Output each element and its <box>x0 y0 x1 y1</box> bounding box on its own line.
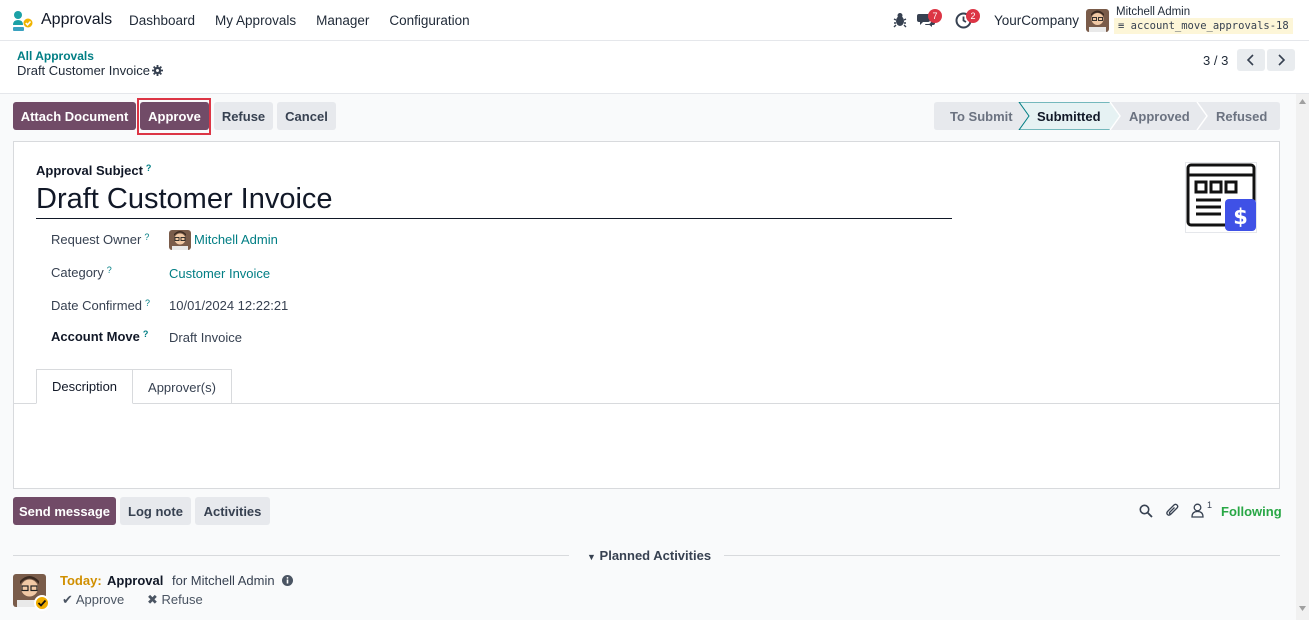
account-move-label: Account Move? <box>51 329 149 344</box>
pager-value[interactable]: 3 / 3 <box>1203 53 1228 68</box>
database-name: ≡ account_move_approvals-18 <box>1114 18 1293 34</box>
pager-next-button[interactable] <box>1267 49 1295 71</box>
paperclip-icon[interactable] <box>1165 503 1180 518</box>
cancel-button[interactable]: Cancel <box>277 102 336 130</box>
gear-icon[interactable] <box>152 65 163 76</box>
menu-configuration[interactable]: Configuration <box>389 13 469 28</box>
followers-icon[interactable] <box>1191 503 1204 518</box>
refuse-button[interactable]: Refuse <box>214 102 273 130</box>
stage-approved[interactable]: Approved <box>1129 109 1190 124</box>
following-button[interactable]: Following <box>1221 504 1282 519</box>
log-note-button[interactable]: Log note <box>120 497 191 525</box>
info-icon[interactable] <box>282 575 293 586</box>
help-tooltip[interactable]: ? <box>145 298 150 308</box>
activities-button[interactable]: Activities <box>195 497 270 525</box>
database-label: account_move_approvals-18 <box>1130 20 1289 32</box>
menu-manager[interactable]: Manager <box>316 13 369 28</box>
help-tooltip[interactable]: ? <box>146 163 152 173</box>
category-value[interactable]: Customer Invoice <box>169 266 270 281</box>
stage-submitted[interactable]: Submitted <box>1037 109 1101 124</box>
breadcrumb-all-approvals[interactable]: All Approvals <box>17 49 94 63</box>
help-tooltip[interactable]: ? <box>144 232 149 242</box>
activity-due-label: Today: <box>60 573 102 588</box>
request-owner-value[interactable]: Mitchell Admin <box>194 232 278 247</box>
svg-text:$: $ <box>1233 205 1248 229</box>
top-navbar: Approvals Dashboard My Approvals Manager… <box>0 0 1309 41</box>
activity-type: Approval <box>107 573 164 588</box>
invoice-image[interactable]: $ <box>1185 162 1257 233</box>
chevron-right-icon <box>1278 54 1286 66</box>
company-switcher[interactable]: YourCompany <box>994 13 1079 28</box>
page-scrollbar[interactable] <box>1296 94 1309 620</box>
tab-description[interactable]: Description <box>36 369 134 404</box>
activity-assignee: for Mitchell Admin <box>172 573 275 588</box>
planned-separator-right <box>724 555 1280 556</box>
planned-separator-left <box>13 555 569 556</box>
approval-subject-input[interactable]: Draft Customer Invoice <box>36 181 952 219</box>
check-icon: ✔ <box>62 592 73 607</box>
search-icon[interactable] <box>1139 504 1153 518</box>
database-icon: ≡ <box>1118 20 1125 32</box>
menu-dashboard[interactable]: Dashboard <box>129 13 195 28</box>
approve-highlight <box>137 98 211 135</box>
pager-previous-button[interactable] <box>1237 49 1265 71</box>
stage-to-submit[interactable]: To Submit <box>950 109 1013 124</box>
activity-approve-link[interactable]: ✔ Approve <box>62 592 124 608</box>
approvals-app-icon[interactable] <box>12 10 34 32</box>
debug-bug-icon[interactable] <box>892 11 908 29</box>
menu-my-approvals[interactable]: My Approvals <box>215 13 296 28</box>
activity-count-badge: 2 <box>966 9 980 23</box>
date-confirmed-value: 10/01/2024 12:22:21 <box>169 298 289 313</box>
request-owner-label: Request Owner? <box>51 232 150 247</box>
attach-document-button[interactable]: Attach Document <box>13 102 136 130</box>
caret-down-icon: ▼ <box>587 552 596 562</box>
account-move-value[interactable]: Draft Invoice <box>169 330 242 345</box>
planned-activities-label: Planned Activities <box>599 548 712 563</box>
activity-approve-label: Approve <box>75 592 125 607</box>
user-avatar[interactable] <box>1086 9 1109 32</box>
activity-status-check-icon <box>34 595 50 611</box>
followers-count: 1 <box>1207 500 1213 510</box>
activity-refuse-link[interactable]: ✖ Refuse <box>147 592 203 608</box>
tab-approvers[interactable]: Approver(s) <box>133 369 232 404</box>
messages-count-badge: 7 <box>928 9 942 23</box>
planned-activities-toggle[interactable]: ▼ Planned Activities <box>587 548 711 563</box>
approval-subject-label: Approval Subject? <box>36 163 152 178</box>
chevron-left-icon <box>1246 54 1254 66</box>
user-name[interactable]: Mitchell Admin <box>1116 6 1190 18</box>
send-message-button[interactable]: Send message <box>13 497 116 525</box>
breadcrumb-current: Draft Customer Invoice <box>17 63 150 78</box>
category-label: Category? <box>51 265 112 280</box>
app-name[interactable]: Approvals <box>41 11 112 29</box>
stage-refused[interactable]: Refused <box>1216 109 1267 124</box>
close-icon: ✖ <box>147 592 158 607</box>
help-tooltip[interactable]: ? <box>107 265 112 275</box>
activity-refuse-label: Refuse <box>161 592 203 607</box>
form-tabs: Description Approver(s) <box>36 369 232 404</box>
date-confirmed-label: Date Confirmed? <box>51 298 151 313</box>
owner-avatar[interactable] <box>169 230 191 250</box>
help-tooltip[interactable]: ? <box>143 329 149 339</box>
main-menu: Dashboard My Approvals Manager Configura… <box>129 13 490 28</box>
